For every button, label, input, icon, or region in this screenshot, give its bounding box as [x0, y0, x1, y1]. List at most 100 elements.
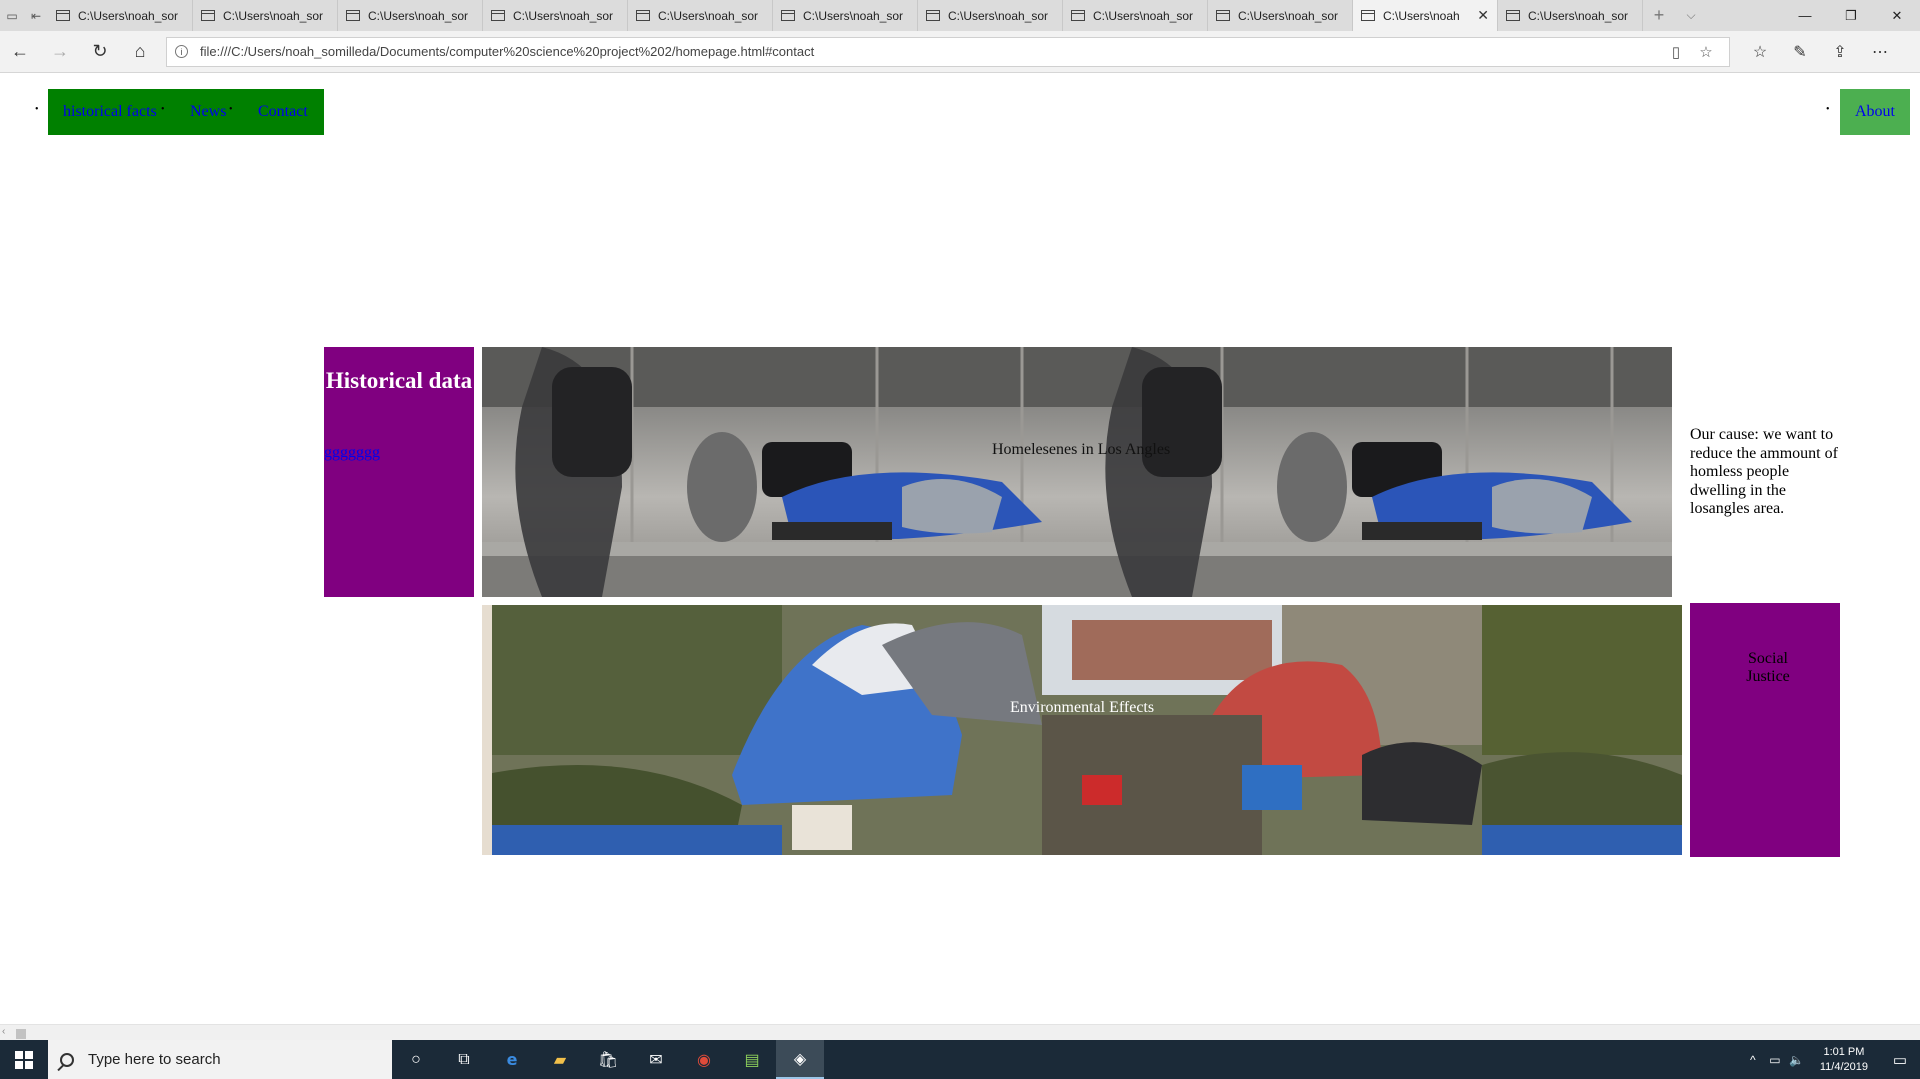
encampment-photo-image — [482, 605, 1682, 855]
tab-title: C:\Users\noah_sor — [78, 8, 179, 23]
pen-icon[interactable]: ✎ — [1780, 42, 1820, 62]
homelessness-photo: Homelesenes in Los Angles — [482, 347, 1682, 597]
reading-view-icon[interactable]: ▯ — [1661, 43, 1691, 61]
tab-title: C:\Users\noah_sor — [223, 8, 324, 23]
back-icon[interactable]: ← — [0, 32, 40, 72]
favorites-icon[interactable]: ☆ — [1740, 42, 1780, 62]
browser-tab[interactable]: C:\Users\noah_sor — [193, 0, 338, 31]
volume-muted-icon[interactable]: 🔈 — [1786, 1053, 1808, 1067]
historical-data-link[interactable]: ggggggg — [324, 444, 380, 462]
taskbar: Type here to search ○ ⧉ e ▰ 🛍 ✉ ◉ ▤ ◈ ^ … — [0, 1040, 1920, 1079]
page-icon — [1361, 10, 1375, 21]
page-icon — [346, 10, 360, 21]
tab-actions-icon[interactable]: ▭ — [0, 0, 24, 31]
forward-icon[interactable]: → — [40, 32, 80, 72]
network-icon[interactable]: ▭ — [1764, 1053, 1786, 1067]
tab-title: C:\Users\noah_sor — [513, 8, 614, 23]
list-bullet: • — [229, 104, 233, 115]
browser-tab[interactable]: C:\Users\noah_sor — [1063, 0, 1208, 31]
taskbar-search[interactable]: Type here to search — [48, 1040, 392, 1079]
page-icon — [1506, 10, 1520, 21]
scroll-left-icon[interactable]: ‹ — [2, 1026, 5, 1037]
close-tab-icon[interactable]: ✕ — [1477, 7, 1489, 24]
file-explorer-icon[interactable]: ▰ — [536, 1040, 584, 1079]
page-icon — [201, 10, 215, 21]
windows-start-icon[interactable] — [0, 1040, 48, 1079]
tab-title: C:\Users\noah_sor — [1238, 8, 1339, 23]
chevron-down-icon[interactable]: ⌵ — [1675, 0, 1707, 31]
chrome-icon[interactable]: ◉ — [680, 1040, 728, 1079]
page-icon — [491, 10, 505, 21]
browser-tab-strip: ▭ ⇤ C:\Users\noah_sor C:\Users\noah_sor … — [0, 0, 1920, 31]
browser-tab[interactable]: C:\Users\noah_sor — [918, 0, 1063, 31]
nav-link-news[interactable]: News — [190, 103, 226, 121]
star-icon[interactable]: ☆ — [1691, 43, 1721, 61]
address-bar[interactable]: i file:///C:/Users/noah_somilleda/Docume… — [166, 36, 1730, 67]
historical-data-title: Historical data — [325, 368, 473, 393]
notepad-icon[interactable]: ▤ — [728, 1040, 776, 1079]
browser-tab[interactable]: C:\Users\noah_sor — [628, 0, 773, 31]
browser-tab[interactable]: C:\Users\noah_sor — [338, 0, 483, 31]
cortana-icon[interactable]: ○ — [392, 1040, 440, 1079]
browser-tab[interactable]: C:\Users\noah_sor — [1498, 0, 1643, 31]
browser-tab[interactable]: C:\Users\noah_sor — [773, 0, 918, 31]
home-icon[interactable]: ⌂ — [120, 32, 160, 72]
task-view-icon[interactable]: ⧉ — [440, 1040, 488, 1079]
new-tab-icon[interactable]: + — [1643, 0, 1675, 31]
clock-date: 11/4/2019 — [1819, 1060, 1868, 1073]
homelessness-caption: Homelesenes in Los Angles — [992, 441, 1171, 458]
window-controls: — ❐ ✕ — [1782, 0, 1920, 31]
share-icon[interactable]: ⇪ — [1820, 42, 1860, 62]
tab-title: C:\Users\noah_sor — [368, 8, 469, 23]
environmental-caption: Environmental Effects — [1010, 699, 1155, 716]
clock[interactable]: 1:01 PM 11/4/2019 — [1808, 1045, 1880, 1075]
clock-time: 1:01 PM — [1823, 1045, 1865, 1058]
scrollbar-thumb[interactable] — [16, 1029, 26, 1039]
more-icon[interactable]: ⋯ — [1860, 42, 1900, 62]
edge-browser-icon[interactable]: e — [488, 1040, 536, 1079]
browser-tab[interactable]: C:\Users\noah_sor — [483, 0, 628, 31]
horizontal-scrollbar[interactable]: ‹ — [0, 1024, 1920, 1040]
encampment-photo: Environmental Effects — [482, 605, 1682, 855]
notifications-icon[interactable]: ▭ — [1880, 1051, 1920, 1069]
page-icon — [1216, 10, 1230, 21]
url-text[interactable]: file:///C:/Users/noah_somilleda/Document… — [200, 44, 1661, 59]
tab-title: C:\Users\noah_sor — [658, 8, 759, 23]
tab-title: C:\Users\noah_sor — [948, 8, 1049, 23]
social-justice-box: Social Justice — [1690, 603, 1840, 857]
restore-icon[interactable]: ❐ — [1828, 0, 1874, 31]
page-icon — [781, 10, 795, 21]
browser-tab-active[interactable]: C:\Users\noah ✕ — [1353, 0, 1498, 31]
browser-tab[interactable]: C:\Users\noah_sor — [48, 0, 193, 31]
mail-icon[interactable]: ✉ — [632, 1040, 680, 1079]
cause-text: Our cause: we want to reduce the ammount… — [1690, 426, 1838, 517]
browser-toolbar: ← → ↻ ⌂ i file:///C:/Users/noah_somilled… — [0, 31, 1920, 73]
browser-tab[interactable]: C:\Users\noah_sor — [1208, 0, 1353, 31]
search-placeholder: Type here to search — [88, 1051, 221, 1068]
homelessness-photo-image — [482, 347, 1674, 597]
nav-link-about[interactable]: About — [1840, 89, 1910, 135]
store-icon[interactable]: 🛍 — [584, 1040, 632, 1079]
tab-title: C:\Users\noah_sor — [803, 8, 904, 23]
nav-link-historical-facts[interactable]: historical facts — [63, 103, 157, 121]
search-icon — [60, 1052, 74, 1067]
nav-bar: historical facts • News • Contact — [48, 89, 324, 135]
historical-data-box: Historical data ggggggg — [324, 347, 474, 597]
system-tray: ^ ▭ 🔈 1:01 PM 11/4/2019 ▭ — [1742, 1045, 1920, 1075]
info-icon[interactable]: i — [175, 45, 188, 58]
tabs-aside-icon[interactable]: ⇤ — [24, 0, 48, 31]
tab-title: C:\Users\noah_sor — [1093, 8, 1194, 23]
photos-app-icon[interactable]: ◈ — [776, 1040, 824, 1079]
refresh-icon[interactable]: ↻ — [80, 32, 120, 72]
web-page: • historical facts • News • Contact • Ab… — [0, 74, 1920, 1024]
list-bullet: • — [35, 104, 39, 115]
chevron-up-icon[interactable]: ^ — [1742, 1053, 1764, 1067]
close-window-icon[interactable]: ✕ — [1874, 0, 1920, 31]
page-icon — [1071, 10, 1085, 21]
list-bullet: • — [161, 104, 165, 115]
page-icon — [56, 10, 70, 21]
social-justice-label: Social Justice — [1746, 650, 1790, 685]
nav-link-contact[interactable]: Contact — [258, 103, 308, 121]
minimize-icon[interactable]: — — [1782, 0, 1828, 31]
list-bullet: • — [1826, 104, 1830, 115]
